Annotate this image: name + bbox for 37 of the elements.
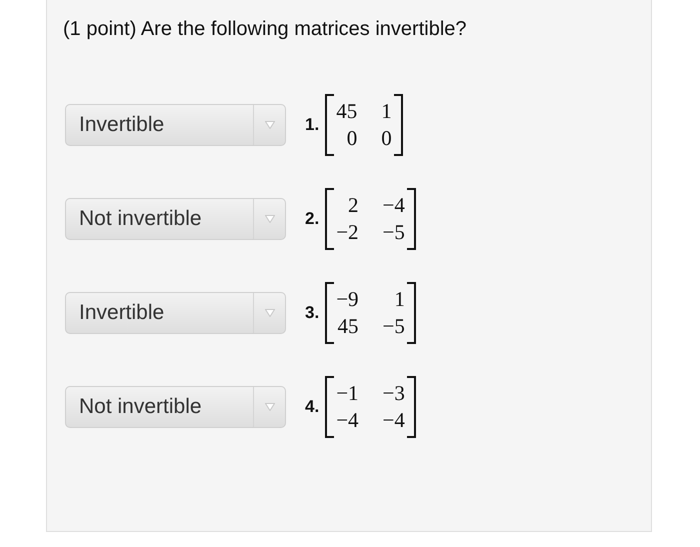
caret-icon [264, 215, 274, 223]
answer-dropdown[interactable]: Invertible [65, 104, 286, 146]
caret-icon [264, 309, 274, 317]
item-number: 3. [305, 303, 320, 323]
matrix-bracket [406, 282, 416, 344]
matrix-entry: 45 [336, 98, 358, 125]
answer-dropdown[interactable]: Not invertible [65, 198, 286, 240]
caret-icon [264, 403, 274, 411]
matrix-entry: 1 [381, 98, 392, 125]
item-number: 1. [305, 115, 320, 135]
matrix-entry: −1 [336, 380, 359, 407]
matrix-entry: −9 [336, 286, 359, 313]
matrix-entry: 45 [336, 313, 359, 340]
matrix-entry: −2 [336, 219, 359, 246]
matrix-entry: −5 [382, 219, 405, 246]
matrix-entry: −4 [382, 192, 405, 219]
matrix-entry: 2 [347, 192, 359, 219]
matrix-entry: −3 [382, 380, 405, 407]
matrix-entry: 0 [381, 125, 392, 152]
matrix-bracket [325, 376, 334, 438]
caret-icon [264, 121, 274, 129]
answer-dropdown[interactable]: Invertible [65, 292, 286, 334]
matrix-bracket [325, 94, 334, 156]
matrix-entry: −4 [382, 407, 405, 434]
answer-dropdown[interactable]: Not invertible [65, 386, 286, 428]
matrix-entry: −5 [382, 313, 405, 340]
matrix-entry: 1 [393, 286, 405, 313]
matrix-entry: 0 [346, 125, 358, 152]
question-text: (1 point) Are the following matrices invertible? [63, 18, 468, 41]
matrix-bracket [406, 188, 416, 250]
matrix-bracket [325, 188, 334, 250]
matrix-bracket [406, 376, 416, 438]
matrix-entry: −4 [336, 407, 359, 434]
item-number: 2. [305, 209, 320, 229]
item-number: 4. [305, 397, 320, 417]
matrix-bracket [394, 94, 403, 156]
matrix-bracket [325, 282, 334, 344]
